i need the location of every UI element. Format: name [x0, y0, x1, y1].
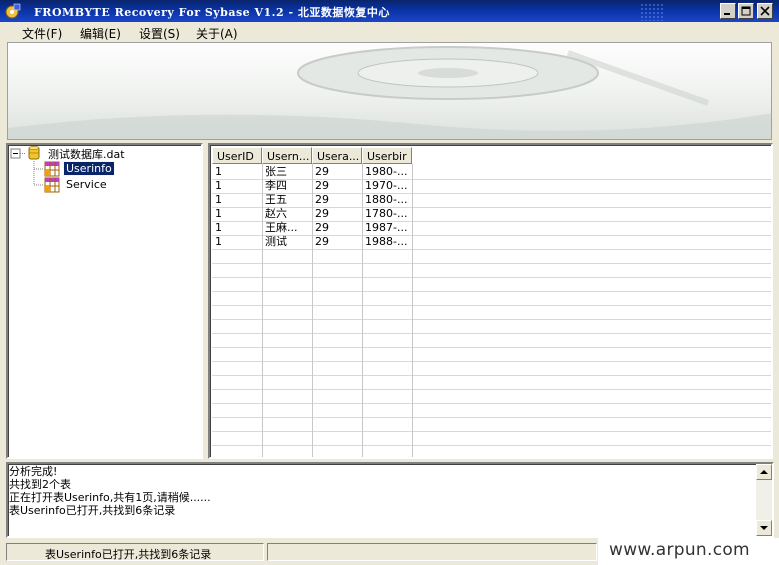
table-icon	[44, 177, 60, 193]
menu-file[interactable]: 文件(F)	[22, 25, 62, 42]
grid-row-line	[212, 361, 771, 362]
table-cell[interactable]: 29	[312, 207, 362, 221]
table-cell[interactable]: 1988-...	[362, 235, 412, 249]
minimize-button[interactable]	[720, 3, 736, 19]
log-line: 分析完成!	[9, 465, 58, 478]
table-cell[interactable]: 1780-...	[362, 207, 412, 221]
table-cell[interactable]: 1	[212, 235, 262, 249]
table-cell[interactable]: 1	[212, 193, 262, 207]
table-cell[interactable]: 1	[212, 165, 262, 179]
table-cell[interactable]: 29	[312, 221, 362, 235]
maximize-button[interactable]	[738, 3, 754, 19]
table-cell[interactable]: 1	[212, 179, 262, 193]
grid-row-line	[212, 277, 771, 278]
hard-disk-graphic	[8, 46, 771, 139]
arrow-down-icon	[760, 526, 768, 530]
menu-settings[interactable]: 设置(S)	[139, 25, 180, 42]
title-bar[interactable]: FROMBYTE Recovery For Sybase V1.2 - 北亚数据…	[0, 0, 779, 22]
grid-row-line	[212, 389, 771, 390]
tree-root-label: 测试数据库.dat	[48, 148, 125, 161]
grid-row-line	[212, 347, 771, 348]
table-cell[interactable]: 1970-...	[362, 179, 412, 193]
table-cell[interactable]: 1980-...	[362, 165, 412, 179]
scroll-up-button[interactable]	[756, 464, 772, 480]
menu-edit[interactable]: 编辑(E)	[80, 25, 121, 42]
column-header-userbirth[interactable]: Userbir	[362, 147, 412, 164]
titlebar-decoration	[640, 3, 664, 21]
grid-column-line	[412, 164, 413, 457]
table-icon	[44, 161, 60, 177]
log-line: 共找到2个表	[9, 478, 71, 491]
minimize-icon	[724, 13, 730, 15]
grid-row-line	[212, 263, 771, 264]
table-cell[interactable]: 李四	[262, 179, 312, 193]
grid-row-line	[212, 431, 771, 432]
table-cell[interactable]: 1987-...	[362, 221, 412, 235]
banner-image	[7, 42, 772, 140]
log-line: 正在打开表Userinfo,共有1页,请稍候......	[9, 491, 211, 504]
table-cell[interactable]: 测试	[262, 235, 312, 249]
close-button[interactable]	[757, 3, 773, 19]
column-header-userage[interactable]: Usera...	[312, 147, 362, 164]
grid-row-line	[212, 375, 771, 376]
table-cell[interactable]: 1	[212, 207, 262, 221]
watermark: www.arpun.com	[598, 538, 779, 565]
table-cell[interactable]: 赵六	[262, 207, 312, 221]
column-header-userid[interactable]: UserID	[212, 147, 262, 164]
grid-row-line	[212, 333, 771, 334]
table-cell[interactable]: 29	[312, 193, 362, 207]
records-table[interactable]: UserID Usern... Usera... Userbir 1 张三 29 19…	[208, 143, 773, 459]
grid-row-line	[212, 445, 771, 446]
table-tree[interactable]: 测试数据库.dat Userinfo Service	[6, 143, 203, 459]
grid-row-line	[212, 291, 771, 292]
maximize-icon	[741, 6, 751, 16]
scroll-down-button[interactable]	[756, 520, 772, 536]
grid-row-line	[212, 417, 771, 418]
window-title: FROMBYTE Recovery For Sybase V1.2 - 北亚数据…	[34, 6, 390, 19]
column-header-username[interactable]: Usern...	[262, 147, 312, 164]
table-cell[interactable]: 1880-...	[362, 193, 412, 207]
log-line: 表Userinfo已打开,共找到6条记录	[9, 504, 176, 517]
tree-item-service-label: Service	[66, 178, 107, 191]
table-cell[interactable]: 29	[312, 179, 362, 193]
grid-row-line	[212, 403, 771, 404]
table-cell[interactable]: 张三	[262, 165, 312, 179]
close-icon	[760, 6, 770, 16]
log-output[interactable]: 分析完成! 共找到2个表 正在打开表Userinfo,共有1页,请稍候.....…	[6, 462, 774, 538]
database-icon	[28, 146, 40, 160]
table-cell[interactable]: 29	[312, 235, 362, 249]
menu-bar: 文件(F) 编辑(E) 设置(S) 关于(A)	[0, 22, 779, 42]
app-icon	[5, 3, 21, 19]
table-cell[interactable]: 1	[212, 221, 262, 235]
log-scrollbar[interactable]	[756, 464, 772, 536]
table-cell[interactable]: 王麻...	[262, 221, 312, 235]
tree-item-userinfo-label: Userinfo	[63, 161, 115, 176]
table-cell[interactable]: 王五	[262, 193, 312, 207]
status-message: 表Userinfo已打开,共找到6条记录	[6, 543, 264, 561]
menu-about[interactable]: 关于(A)	[196, 25, 238, 42]
table-cell[interactable]: 29	[312, 165, 362, 179]
grid-row-line	[212, 249, 771, 250]
grid-row-line	[212, 319, 771, 320]
status-pane-empty	[267, 543, 597, 561]
arrow-up-icon	[760, 470, 768, 474]
grid-row-line	[212, 305, 771, 306]
